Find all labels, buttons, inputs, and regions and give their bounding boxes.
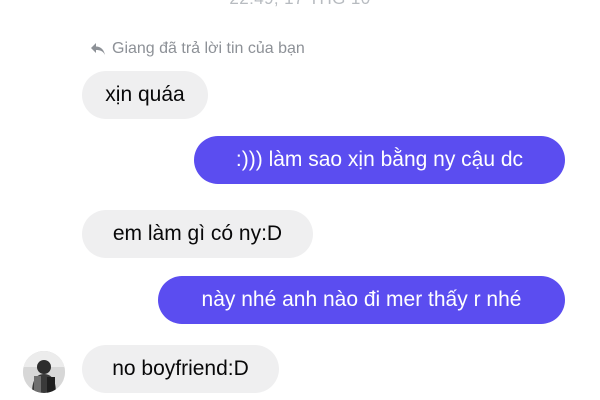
message-text: này nhé anh nào đi mer thấy r nhé xyxy=(201,288,522,311)
message-timestamp: 22:49, 17 THG 10 xyxy=(0,0,600,9)
reply-arrow-icon xyxy=(91,43,105,55)
sender-avatar[interactable] xyxy=(23,351,65,393)
message-text: :))) làm sao xịn bằng ny cậu dc xyxy=(235,148,524,171)
message-bubble-incoming[interactable]: no boyfriend:D xyxy=(82,345,279,393)
message-text: em làm gì có ny:D xyxy=(112,222,283,245)
reply-indicator: Giang đã trả lời tin của bạn xyxy=(90,39,305,59)
message-bubble-outgoing[interactable]: :))) làm sao xịn bằng ny cậu dc xyxy=(194,136,565,184)
avatar-photo xyxy=(23,351,65,393)
chat-thread: 22:49, 17 THG 10 Giang đã trả lời tin củ… xyxy=(0,0,600,400)
message-bubble-incoming[interactable]: xịn quáa xyxy=(82,71,208,119)
message-text: xịn quáa xyxy=(105,83,185,106)
reply-indicator-text: Giang đã trả lời tin của bạn xyxy=(112,40,305,57)
message-text: no boyfriend:D xyxy=(112,357,249,380)
message-bubble-incoming[interactable]: em làm gì có ny:D xyxy=(82,210,313,258)
message-bubble-outgoing[interactable]: này nhé anh nào đi mer thấy r nhé xyxy=(158,276,565,324)
